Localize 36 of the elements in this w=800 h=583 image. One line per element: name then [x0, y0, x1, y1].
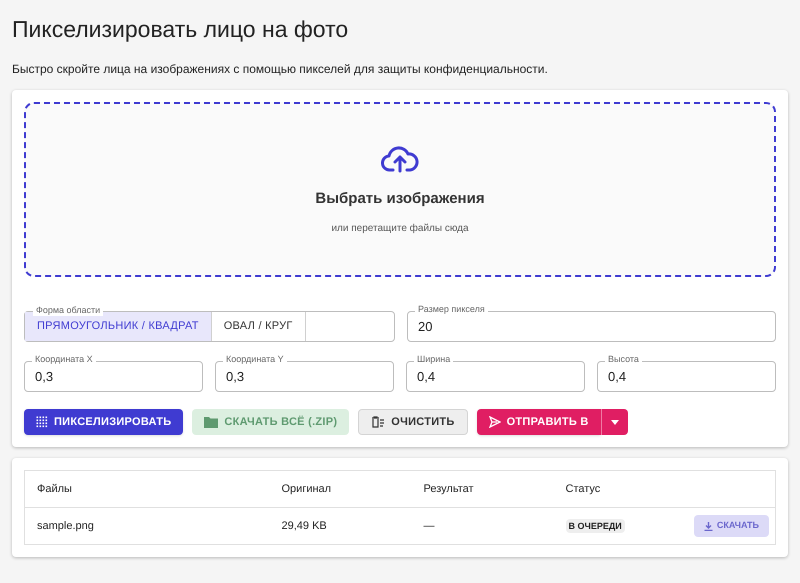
field-label: Ширина [414, 353, 454, 365]
clear-button[interactable]: ОЧИСТИТЬ [358, 409, 468, 435]
caret-icon [610, 420, 619, 424]
dropzone-title: Выбрать изображения [315, 189, 485, 209]
dropzone-hint: или перетащите файлы сюда [331, 222, 469, 236]
field-value: 20 [418, 318, 432, 336]
pixelate-button[interactable]: ПИКСЕЛИЗИРОВАТЬ [24, 409, 184, 435]
table-cell: 29,49 KB [270, 508, 412, 544]
status-badge: В ОЧЕРЕДИ [566, 518, 625, 533]
folder-icon [204, 416, 218, 428]
page-title: Пикселизировать лицо на фото [12, 15, 350, 44]
trash-icon [371, 416, 386, 428]
field-value: 0,3 [226, 368, 244, 386]
field-label: Высота [605, 353, 642, 365]
field-label: Форма области [33, 304, 104, 316]
field-label: Координата Y [223, 353, 287, 365]
column-header: Оригинал [270, 470, 412, 508]
grid-icon [36, 416, 48, 428]
send-icon [488, 416, 501, 428]
field-label: Координата X [32, 353, 96, 365]
table-cell: sample.png [24, 508, 270, 544]
field-value: 0,4 [417, 368, 436, 386]
column-header: Результат [412, 470, 554, 508]
input-field[interactable]: 0,4 [597, 361, 776, 392]
send-to-button[interactable]: ОТПРАВИТЬ В [476, 409, 601, 435]
download-icon [704, 522, 713, 530]
dropdown-button[interactable] [600, 409, 628, 435]
column-header: Файлы [24, 470, 270, 508]
dropzone[interactable]: Выбрать изображения или перетащите файлы сюда [24, 102, 776, 277]
column-header: Статус [554, 470, 657, 508]
field-value: 0,4 [608, 368, 626, 386]
field-label: Размер пикселя [415, 303, 488, 315]
cloud-upload-icon [381, 144, 419, 174]
field-value: 0,3 [35, 368, 54, 386]
page-description: Быстро скройте лица на изображениях с помощью пикселей для защиты конфиденциальности. [12, 61, 549, 77]
table-cell: — [412, 508, 554, 544]
